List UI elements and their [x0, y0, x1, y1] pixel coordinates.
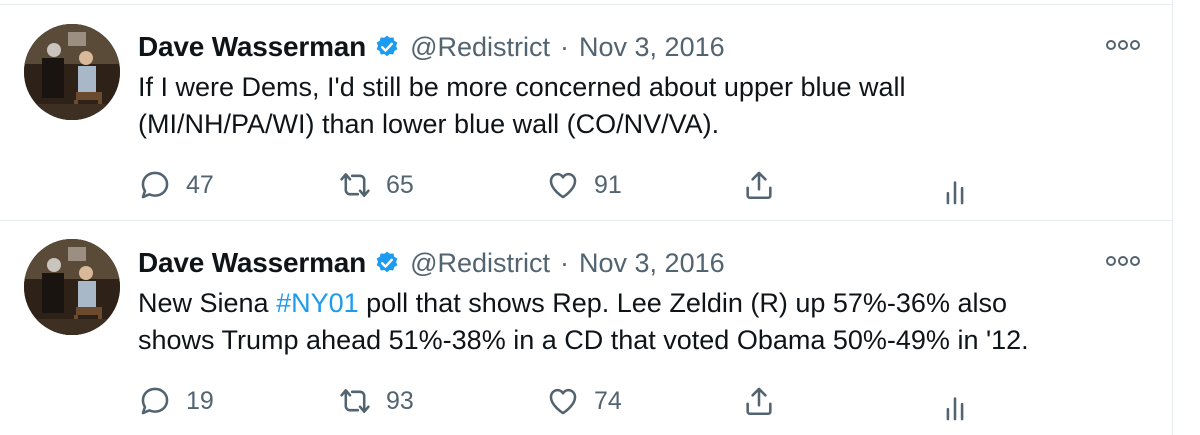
like-count: 91 — [594, 170, 622, 199]
tweet-header: Dave Wasserman @Redistrict · Nov 3, 2016 — [138, 243, 725, 283]
share-icon — [746, 171, 772, 200]
avatar[interactable] — [24, 24, 120, 120]
retweet-button[interactable]: 93 — [338, 381, 414, 421]
tweet-text-line: If I were Dems, I'd still be more concer… — [138, 72, 906, 102]
reply-count: 47 — [186, 170, 214, 199]
tweet-actions: 47 65 91 — [138, 165, 998, 205]
like-count: 74 — [594, 386, 622, 415]
tweet-text-segment: New Siena — [138, 288, 277, 318]
hashtag-link[interactable]: #NY01 — [276, 288, 359, 318]
reply-icon — [141, 171, 169, 199]
retweet-button[interactable]: 65 — [338, 165, 414, 205]
like-button[interactable]: 74 — [546, 381, 622, 421]
retweet-count: 65 — [386, 170, 414, 199]
author-name[interactable]: Dave Wasserman — [138, 31, 366, 63]
more-options-icon[interactable] — [1105, 255, 1141, 267]
reply-count: 19 — [186, 386, 214, 415]
tweet[interactable]: Dave Wasserman @Redistrict · Nov 3, 2016… — [0, 221, 1172, 435]
tweet-text-segment: poll that shows Rep. Lee Zeldin (R) up 5… — [358, 288, 1007, 318]
author-handle[interactable]: @Redistrict — [410, 32, 550, 63]
analytics-icon — [946, 181, 964, 205]
heart-icon — [549, 388, 577, 415]
tweet-text-line: shows Trump ahead 51%-38% in a CD that v… — [138, 325, 1029, 355]
retweet-icon — [340, 389, 370, 413]
share-icon — [746, 387, 772, 416]
tweet-header: Dave Wasserman @Redistrict · Nov 3, 2016 — [138, 27, 725, 67]
tweet-date[interactable]: Nov 3, 2016 — [579, 32, 725, 63]
separator-dot: · — [560, 31, 570, 62]
analytics-button[interactable] — [938, 387, 972, 427]
heart-icon — [549, 172, 577, 199]
author-handle[interactable]: @Redistrict — [410, 248, 550, 279]
tweet-text: If I were Dems, I'd still be more concer… — [138, 69, 1148, 143]
verified-badge-icon — [376, 251, 398, 273]
author-name[interactable]: Dave Wasserman — [138, 247, 366, 279]
avatar[interactable] — [24, 239, 120, 335]
share-button[interactable] — [742, 165, 776, 205]
retweet-icon — [340, 173, 370, 197]
share-button[interactable] — [742, 381, 776, 421]
tweet-date[interactable]: Nov 3, 2016 — [579, 248, 725, 279]
more-options-icon[interactable] — [1105, 39, 1141, 51]
avatar-image — [24, 239, 120, 335]
tweet-actions: 19 93 74 — [138, 381, 998, 421]
tweet-text-line: (MI/NH/PA/WI) than lower blue wall (CO/N… — [138, 109, 720, 139]
tweet-text: New Siena #NY01 poll that shows Rep. Lee… — [138, 285, 1148, 359]
analytics-icon — [946, 397, 964, 421]
reply-button[interactable]: 47 — [138, 165, 214, 205]
retweet-count: 93 — [386, 386, 414, 415]
reply-icon — [141, 387, 169, 415]
tweet[interactable]: Dave Wasserman @Redistrict · Nov 3, 2016… — [0, 5, 1172, 221]
right-divider — [1172, 0, 1173, 435]
reply-button[interactable]: 19 — [138, 381, 214, 421]
analytics-button[interactable] — [938, 171, 972, 211]
avatar-image — [24, 24, 120, 120]
like-button[interactable]: 91 — [546, 165, 622, 205]
verified-badge-icon — [376, 35, 398, 57]
separator-dot: · — [560, 247, 570, 278]
